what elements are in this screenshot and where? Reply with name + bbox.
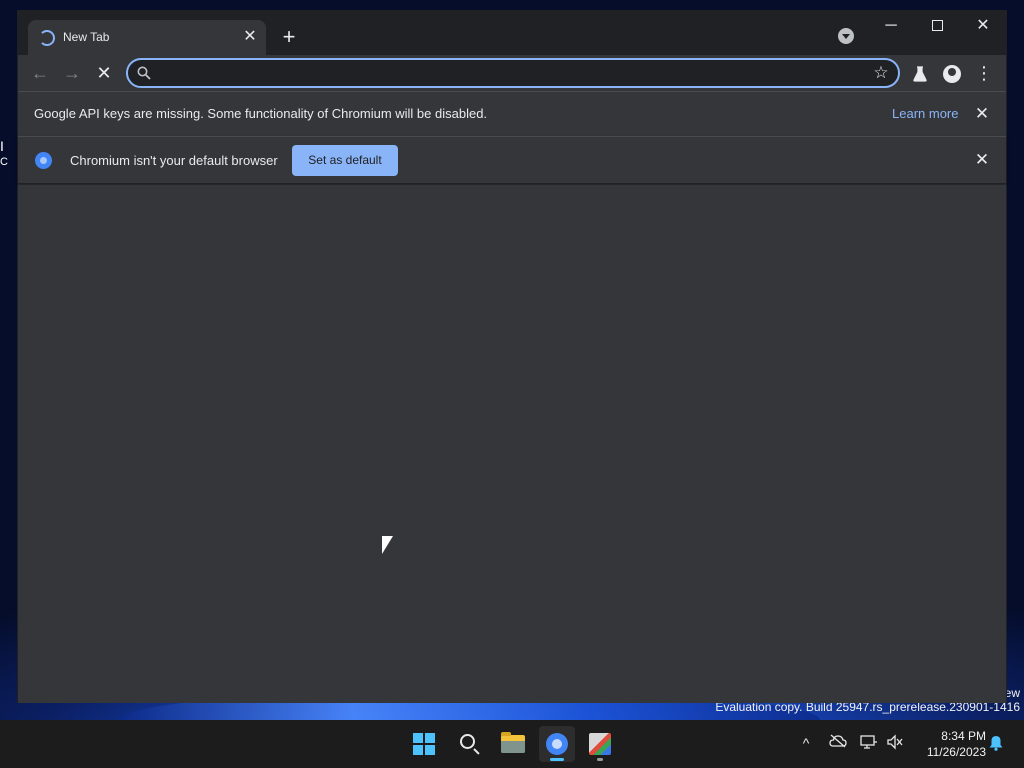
cloud-offline-icon[interactable]	[829, 734, 847, 752]
labs-flask-icon[interactable]	[906, 59, 934, 87]
network-icon[interactable]	[860, 734, 878, 752]
bookmark-star-icon[interactable]: ☆	[870, 62, 892, 84]
show-hidden-icons-chevron-icon[interactable]: ^	[798, 734, 814, 752]
page-content-area[interactable]	[18, 185, 1006, 703]
taskbar-search-button[interactable]	[451, 726, 487, 762]
browser-window: New Tab ✕ + ─ ✕ ← → ✕ ☆ ⋮ Google API key	[17, 10, 1007, 703]
chromium-icon	[35, 152, 52, 169]
taskbar: ^ 8:34 PM 11/26/2023	[0, 720, 1024, 768]
chromium-icon	[546, 733, 568, 755]
address-input[interactable]	[158, 63, 858, 83]
taskbar-clock[interactable]: 8:34 PM 11/26/2023	[914, 728, 986, 760]
tab-new-tab[interactable]: New Tab ✕	[28, 20, 266, 55]
desktop-icon-label-fragment: I	[0, 138, 4, 154]
flask-icon	[913, 66, 927, 82]
set-as-default-button[interactable]: Set as default	[292, 145, 398, 176]
profile-button[interactable]	[938, 59, 966, 87]
volume-muted-icon[interactable]	[886, 734, 904, 752]
omnibox[interactable]: ☆	[126, 58, 900, 88]
back-button[interactable]: ←	[26, 59, 54, 87]
tab-search-icon[interactable]	[838, 28, 854, 44]
desktop-icon-label-fragment-2: C	[0, 156, 8, 168]
tab-close-icon[interactable]: ✕	[240, 27, 260, 47]
maximize-button[interactable]	[914, 11, 960, 41]
profile-avatar-icon	[943, 65, 961, 84]
clock-time: 8:34 PM	[941, 729, 986, 743]
active-indicator	[550, 758, 564, 761]
start-button[interactable]	[406, 726, 442, 762]
app-icon	[589, 733, 611, 755]
stop-loading-button[interactable]: ✕	[90, 59, 118, 87]
search-icon	[137, 66, 151, 80]
notification-bell-icon[interactable]	[988, 735, 1004, 751]
close-window-button[interactable]: ✕	[960, 11, 1006, 41]
api-keys-infobar: Google API keys are missing. Some functi…	[18, 91, 1006, 136]
api-keys-message: Google API keys are missing. Some functi…	[34, 106, 488, 121]
taskbar-app-button[interactable]	[582, 726, 618, 762]
loading-spinner-icon	[39, 30, 55, 46]
mouse-cursor-icon	[382, 536, 393, 554]
default-browser-infobar: Chromium isn't your default browser Set …	[18, 136, 1006, 184]
learn-more-link[interactable]: Learn more	[892, 106, 958, 121]
forward-button[interactable]: →	[58, 59, 86, 87]
title-bar: New Tab ✕ + ─ ✕	[18, 11, 1006, 55]
toolbar: ← → ✕ ☆ ⋮	[18, 55, 1006, 91]
windows-logo-icon	[413, 733, 435, 755]
chromium-taskbar-button[interactable]	[539, 726, 575, 762]
default-browser-message: Chromium isn't your default browser	[70, 153, 278, 168]
maximize-icon	[931, 20, 943, 32]
tab-title: New Tab	[63, 30, 110, 44]
running-indicator	[597, 758, 603, 761]
minimize-button[interactable]: ─	[868, 11, 914, 41]
file-explorer-button[interactable]	[495, 726, 531, 762]
default-infobar-close-icon[interactable]: ✕	[972, 150, 992, 170]
folder-icon	[501, 732, 525, 753]
menu-button[interactable]: ⋮	[970, 59, 998, 87]
new-tab-button[interactable]: +	[276, 25, 302, 51]
search-icon	[460, 734, 475, 749]
clock-date: 11/26/2023	[926, 745, 986, 759]
api-infobar-close-icon[interactable]: ✕	[972, 104, 992, 124]
